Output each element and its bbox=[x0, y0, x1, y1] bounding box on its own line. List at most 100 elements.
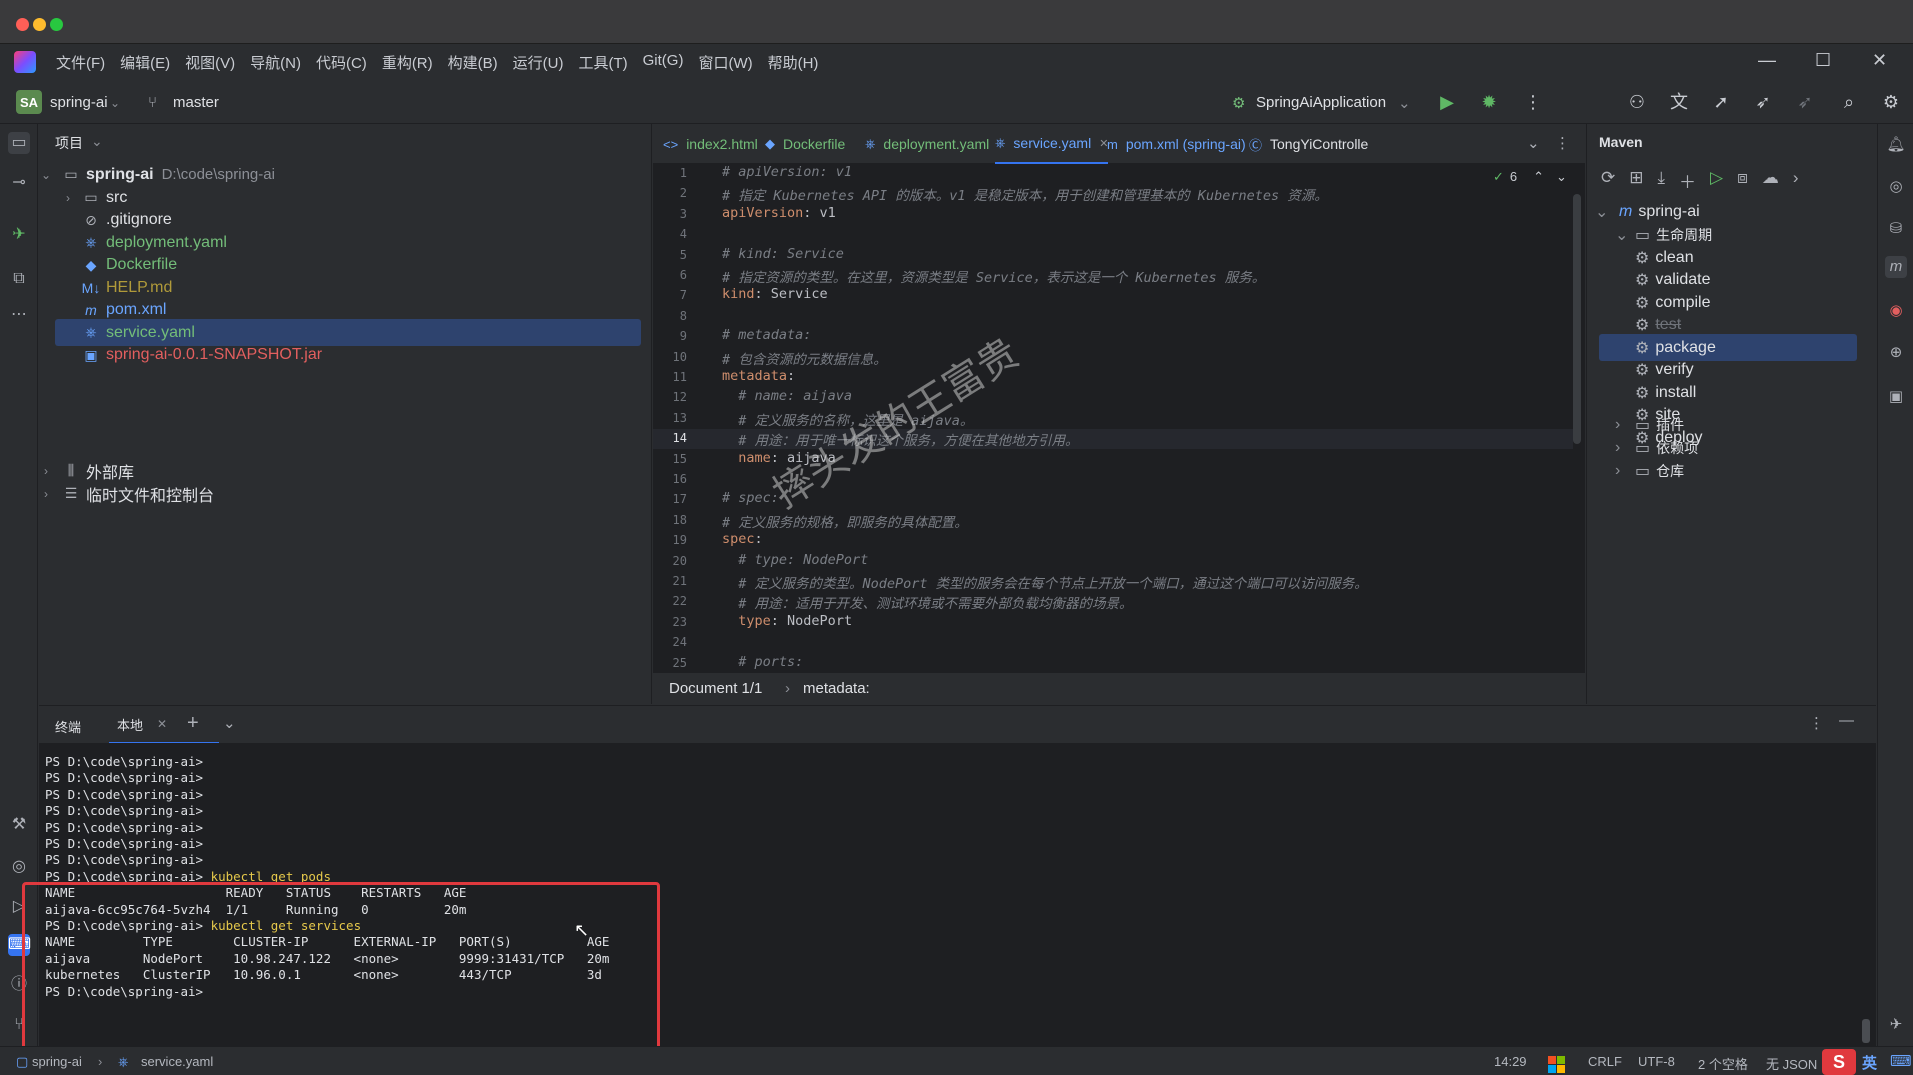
chevron-right-icon[interactable]: › bbox=[61, 191, 75, 205]
ai-assistant-icon[interactable]: ◎ bbox=[1885, 176, 1907, 198]
breadcrumb-path[interactable]: metadata: bbox=[803, 680, 870, 697]
minimize-window-button[interactable] bbox=[33, 18, 46, 31]
deploy-icon[interactable]: ➚ bbox=[1710, 91, 1732, 113]
structure-icon[interactable]: ⧉ bbox=[8, 268, 30, 290]
chevron-right-icon[interactable]: › bbox=[1615, 439, 1633, 457]
chevron-down-icon[interactable]: ⌄ bbox=[223, 714, 236, 732]
code-editor[interactable]: 1 # apiVersion: v1 2 # 指定 Kubernetes API 的版… bbox=[653, 164, 1585, 672]
maven-repos[interactable]: › ▭ 仓库 bbox=[1615, 457, 1684, 484]
chevron-right-icon[interactable]: › bbox=[1615, 416, 1633, 434]
zoom-window-button[interactable] bbox=[50, 18, 63, 31]
close-window-button[interactable] bbox=[16, 18, 29, 31]
chevron-right-icon[interactable]: › bbox=[1793, 168, 1799, 193]
search-icon[interactable]: ⌕ bbox=[1838, 91, 1860, 113]
tree-scratches[interactable]: › ☰ 临时文件和控制台 bbox=[39, 480, 639, 507]
document-indicator[interactable]: Document 1/1 bbox=[669, 680, 762, 697]
menu-item[interactable]: 代码(C) bbox=[316, 52, 367, 73]
reload-icon[interactable]: ⟳ bbox=[1601, 168, 1615, 193]
project-panel-header[interactable]: 项目 ⌄ bbox=[55, 133, 103, 153]
maximize-icon[interactable]: ☐ bbox=[1815, 50, 1831, 71]
menu-item[interactable]: 构建(B) bbox=[448, 52, 498, 73]
tab-tongyicontrolle[interactable]: Ⓒ TongYiControlle bbox=[1249, 124, 1368, 164]
notifications-icon[interactable]: 🔔︎ bbox=[1885, 134, 1907, 156]
tab-deployment-yaml[interactable]: ⎈ deployment.yaml bbox=[865, 124, 989, 164]
jrebel-icon[interactable]: ✈ bbox=[1885, 1014, 1907, 1036]
status-file[interactable]: service.yaml bbox=[141, 1054, 213, 1069]
chevron-down-icon[interactable]: ⌄ bbox=[1595, 202, 1613, 222]
database-icon[interactable]: ⛁ bbox=[1885, 218, 1907, 240]
ime-keyboard-icon[interactable]: ⌨ bbox=[1890, 1052, 1912, 1070]
more-icon[interactable]: ⋮ bbox=[1522, 91, 1544, 113]
ime-lang[interactable]: 英 bbox=[1862, 1052, 1877, 1073]
file-encoding[interactable]: UTF-8 bbox=[1638, 1054, 1675, 1069]
tabs-more-icon[interactable]: ⋮ bbox=[1555, 134, 1570, 152]
codeium-icon[interactable]: ◉ bbox=[1885, 300, 1907, 322]
editor-scrollbar[interactable] bbox=[1573, 194, 1581, 444]
reader-icon[interactable]: ▣ bbox=[1885, 386, 1907, 408]
chevron-down-icon[interactable]: ⌄ bbox=[1556, 169, 1567, 185]
run-config-selector[interactable]: SpringAiApplication bbox=[1256, 94, 1386, 111]
menu-item[interactable]: 导航(N) bbox=[250, 52, 301, 73]
menu-item[interactable]: 窗口(W) bbox=[698, 52, 752, 73]
project-selector[interactable]: spring-ai bbox=[50, 94, 108, 111]
chevron-up-icon[interactable]: ⌃ bbox=[1533, 169, 1544, 185]
hide-panel-icon[interactable]: — bbox=[1839, 712, 1854, 729]
chevron-down-icon[interactable]: ⌄ bbox=[39, 168, 53, 182]
rocket-icon[interactable]: ➶ bbox=[1752, 91, 1774, 113]
settings-icon[interactable]: ⚙ bbox=[1880, 91, 1902, 113]
line-separator[interactable]: CRLF bbox=[1588, 1054, 1622, 1069]
cursor-position[interactable]: 14:29 bbox=[1494, 1054, 1527, 1069]
terminal-scrollbar[interactable] bbox=[1862, 1019, 1870, 1043]
web-icon[interactable]: ⊕ bbox=[1885, 342, 1907, 364]
chevron-right-icon[interactable]: › bbox=[1615, 462, 1633, 480]
tab-pom-xml[interactable]: m pom.xml (spring-ai) bbox=[1107, 124, 1246, 164]
project-badge[interactable]: SA bbox=[16, 90, 42, 114]
download-icon[interactable]: ⤓ bbox=[1658, 168, 1666, 193]
chevron-down-icon[interactable]: ⌄ bbox=[110, 96, 120, 110]
menu-item[interactable]: 文件(F) bbox=[56, 52, 105, 73]
terminal-tab-local[interactable]: 本地 ✕ bbox=[109, 706, 219, 744]
close-icon[interactable]: ✕ bbox=[1872, 50, 1887, 71]
menu-item[interactable]: 视图(V) bbox=[185, 52, 235, 73]
offline-icon[interactable]: ☁ bbox=[1762, 168, 1779, 193]
run-maven-icon[interactable]: ▷ bbox=[1710, 168, 1723, 193]
sogou-ime-icon[interactable]: S bbox=[1822, 1049, 1856, 1075]
minimize-icon[interactable]: — bbox=[1758, 50, 1776, 71]
chevron-right-icon[interactable]: › bbox=[39, 487, 53, 501]
close-tab-icon[interactable]: ✕ bbox=[157, 717, 167, 731]
tree-item[interactable]: ▣ spring-ai-0.0.1-SNAPSHOT.jar bbox=[39, 342, 639, 369]
menu-item[interactable]: 帮助(H) bbox=[768, 52, 819, 73]
project-folder-icon[interactable]: ▭ bbox=[8, 132, 30, 154]
inspection-widget[interactable]: ✓ 6 ⌃ ⌄ bbox=[1493, 169, 1567, 185]
translate-icon[interactable]: 文 bbox=[1668, 91, 1690, 113]
more-tools-icon[interactable]: ⋯ bbox=[8, 304, 30, 326]
new-terminal-icon[interactable]: + bbox=[187, 712, 199, 735]
services-icon[interactable]: ◎ bbox=[8, 856, 30, 878]
menu-item[interactable]: 运行(U) bbox=[513, 52, 564, 73]
jrebel-icon[interactable]: ✈ bbox=[8, 224, 30, 246]
menu-item[interactable]: 重构(R) bbox=[382, 52, 433, 73]
execute-goal-icon[interactable]: ⧈ bbox=[1737, 168, 1748, 193]
chevron-right-icon[interactable]: › bbox=[39, 464, 53, 478]
tab-dockerfile[interactable]: ◆ Dockerfile bbox=[765, 124, 845, 164]
add-icon[interactable]: ＋ bbox=[1679, 168, 1696, 193]
build-icon[interactable]: ⚒ bbox=[8, 814, 30, 836]
chevron-down-icon[interactable]: ⌄ bbox=[1398, 94, 1411, 112]
maven-tool-icon[interactable]: m bbox=[1885, 256, 1907, 278]
more-icon[interactable]: ⋮ bbox=[1809, 714, 1824, 732]
menu-item[interactable]: 编辑(E) bbox=[120, 52, 170, 73]
menu-item[interactable]: 工具(T) bbox=[578, 52, 627, 73]
tab-service-yaml[interactable]: ⎈ service.yaml ✕ bbox=[995, 124, 1109, 164]
menu-item[interactable]: Git(G) bbox=[643, 52, 684, 73]
add-user-icon[interactable]: ⚇ bbox=[1626, 91, 1648, 113]
status-project[interactable]: spring-ai bbox=[32, 1054, 82, 1069]
branch-selector[interactable]: master bbox=[173, 94, 219, 111]
json-schema[interactable]: 无 JSON bbox=[1766, 1054, 1817, 1073]
commit-icon[interactable]: ⊸ bbox=[8, 172, 30, 194]
tabs-dropdown-icon[interactable]: ⌄ bbox=[1527, 134, 1540, 152]
chevron-down-icon[interactable]: ⌄ bbox=[1615, 225, 1633, 245]
add-folder-icon[interactable]: ⊞ bbox=[1629, 168, 1643, 193]
tab-index2-html[interactable]: <> index2.html bbox=[663, 124, 758, 164]
indent-setting[interactable]: 2 个空格 bbox=[1698, 1054, 1748, 1073]
rocket-disabled-icon[interactable]: ➶ bbox=[1794, 91, 1816, 113]
